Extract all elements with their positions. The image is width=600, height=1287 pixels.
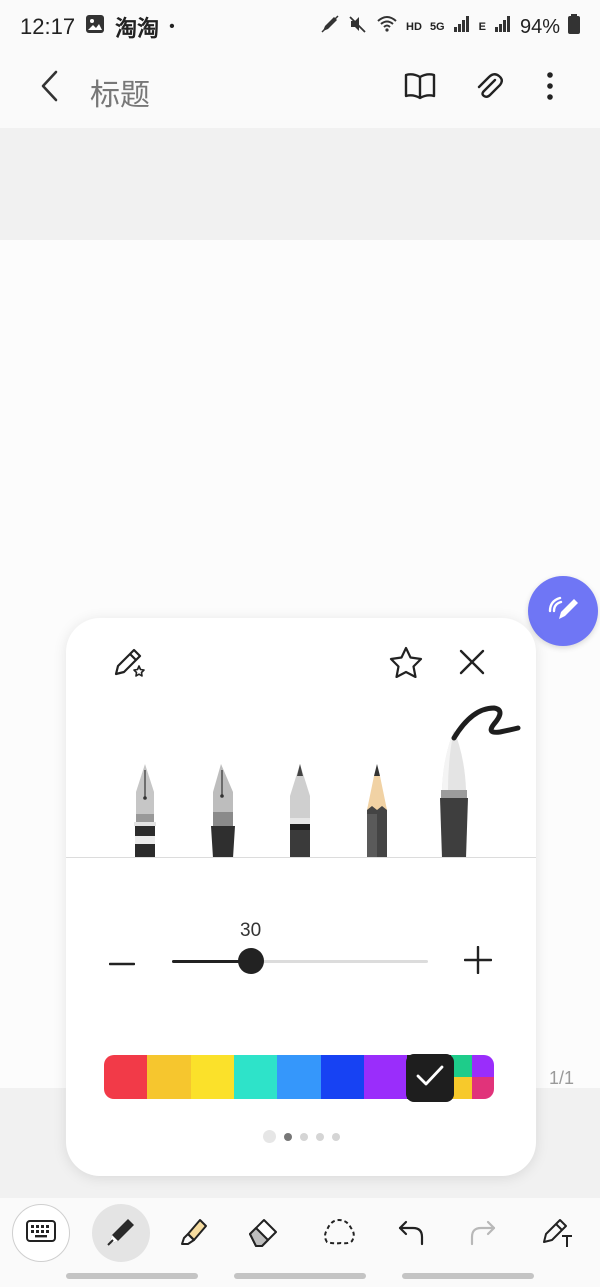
close-icon [458, 648, 486, 681]
redo-icon [468, 1216, 498, 1251]
eraser-button[interactable] [234, 1204, 292, 1262]
palette-page-dot[interactable] [299, 1132, 308, 1141]
stroke-preview [450, 702, 522, 742]
undo-icon [396, 1216, 426, 1251]
bottom-toolbar [0, 1198, 600, 1268]
signal-icon-2 [494, 15, 512, 39]
book-icon [404, 71, 436, 106]
pen-type-list [66, 698, 536, 858]
paperclip-icon [473, 70, 503, 107]
signal-icon [453, 15, 471, 39]
status-right: HD 5G E 94% [320, 14, 580, 40]
attach-button[interactable] [468, 68, 508, 108]
pen-settings-panel: 30 [66, 618, 536, 1176]
redo-button[interactable] [454, 1204, 512, 1262]
increase-size-button[interactable] [458, 942, 498, 982]
keyboard-icon [26, 1219, 56, 1247]
battery-icon [568, 14, 580, 40]
note-title[interactable]: 标题 [90, 70, 150, 114]
selected-color-indicator[interactable] [406, 1054, 454, 1102]
network-hd: HD [406, 21, 422, 33]
multicolor-quadrant [472, 1077, 494, 1099]
lasso-button[interactable] [310, 1204, 368, 1262]
lasso-icon [321, 1216, 357, 1251]
pen-to-text-button[interactable] [528, 1204, 586, 1262]
palette-page-dot[interactable] [283, 1132, 292, 1141]
status-time: 12:17 [20, 14, 76, 39]
color-swatch[interactable] [147, 1055, 191, 1099]
nav-hint-right[interactable] [402, 1273, 534, 1279]
app-bar: 标题 [0, 54, 600, 128]
color-swatch[interactable] [233, 1055, 278, 1099]
chevron-left-icon [38, 69, 62, 108]
mute-icon [348, 14, 368, 40]
pen-tool-button[interactable] [92, 1204, 150, 1262]
calligraphy-pen-option[interactable] [210, 762, 236, 858]
fountain-pen-option[interactable] [132, 762, 158, 858]
wifi-icon [376, 14, 398, 40]
nav-hint-left[interactable] [66, 1273, 198, 1279]
star-icon [389, 646, 423, 683]
color-swatch[interactable] [190, 1055, 234, 1099]
back-button[interactable] [30, 68, 70, 108]
decrease-size-button[interactable] [102, 942, 142, 982]
color-swatch[interactable] [104, 1055, 148, 1099]
palette-page-dot[interactable] [315, 1132, 324, 1141]
pen-text-icon [540, 1214, 574, 1253]
close-panel-button[interactable] [450, 642, 494, 686]
battery-text: 94% [519, 15, 560, 38]
highlighter-icon [176, 1214, 210, 1253]
title-band [0, 128, 600, 240]
palette-settings-dot[interactable] [262, 1130, 276, 1143]
pen-icon [104, 1214, 138, 1253]
pen-size-slider[interactable] [172, 948, 428, 974]
pen-detached-icon [320, 14, 340, 40]
color-swatch[interactable] [277, 1055, 321, 1099]
highlighter-button[interactable] [164, 1204, 222, 1262]
add-favorite-button[interactable] [384, 642, 428, 686]
pen-star-icon [112, 644, 148, 685]
color-swatch-multicolor[interactable] [450, 1055, 494, 1099]
stylus-wireless-icon [543, 589, 583, 634]
eraser-icon [246, 1214, 280, 1253]
color-swatch[interactable] [363, 1055, 408, 1099]
minus-icon [108, 953, 136, 971]
status-dot: • [169, 18, 175, 35]
brush-pen-option[interactable] [438, 728, 470, 858]
keyboard-button[interactable] [12, 1204, 70, 1262]
slider-thumb[interactable] [238, 948, 265, 974]
status-left: 12:17 淘淘 • [20, 11, 175, 43]
palette-page-dot[interactable] [331, 1132, 340, 1141]
ballpoint-pen-option[interactable] [287, 762, 313, 858]
reading-mode-button[interactable] [400, 68, 440, 108]
panel-divider [66, 857, 536, 858]
palette-page-dots [66, 1130, 536, 1143]
status-bar: 12:17 淘淘 • HD 5G E 94% [0, 0, 600, 54]
nav-hint-center[interactable] [234, 1273, 366, 1279]
pen-favorites-button[interactable] [108, 642, 152, 686]
check-icon [415, 1064, 445, 1093]
gallery-icon [85, 14, 105, 40]
network-5g: 5G [429, 21, 445, 33]
pen-size-value: 30 [240, 920, 262, 941]
undo-button[interactable] [382, 1204, 440, 1262]
plus-icon [463, 945, 493, 979]
more-vertical-icon [546, 71, 554, 106]
multicolor-quadrant [472, 1055, 494, 1077]
gesture-nav-bar [0, 1268, 600, 1287]
pencil-option[interactable] [364, 762, 390, 858]
color-swatch[interactable] [320, 1055, 364, 1099]
more-options-button[interactable] [530, 68, 570, 108]
page-indicator: 1/1 [548, 1068, 574, 1088]
network-e: E [478, 21, 486, 33]
status-app-label: 淘淘 [115, 16, 160, 41]
pen-settings-fab[interactable] [528, 576, 598, 646]
